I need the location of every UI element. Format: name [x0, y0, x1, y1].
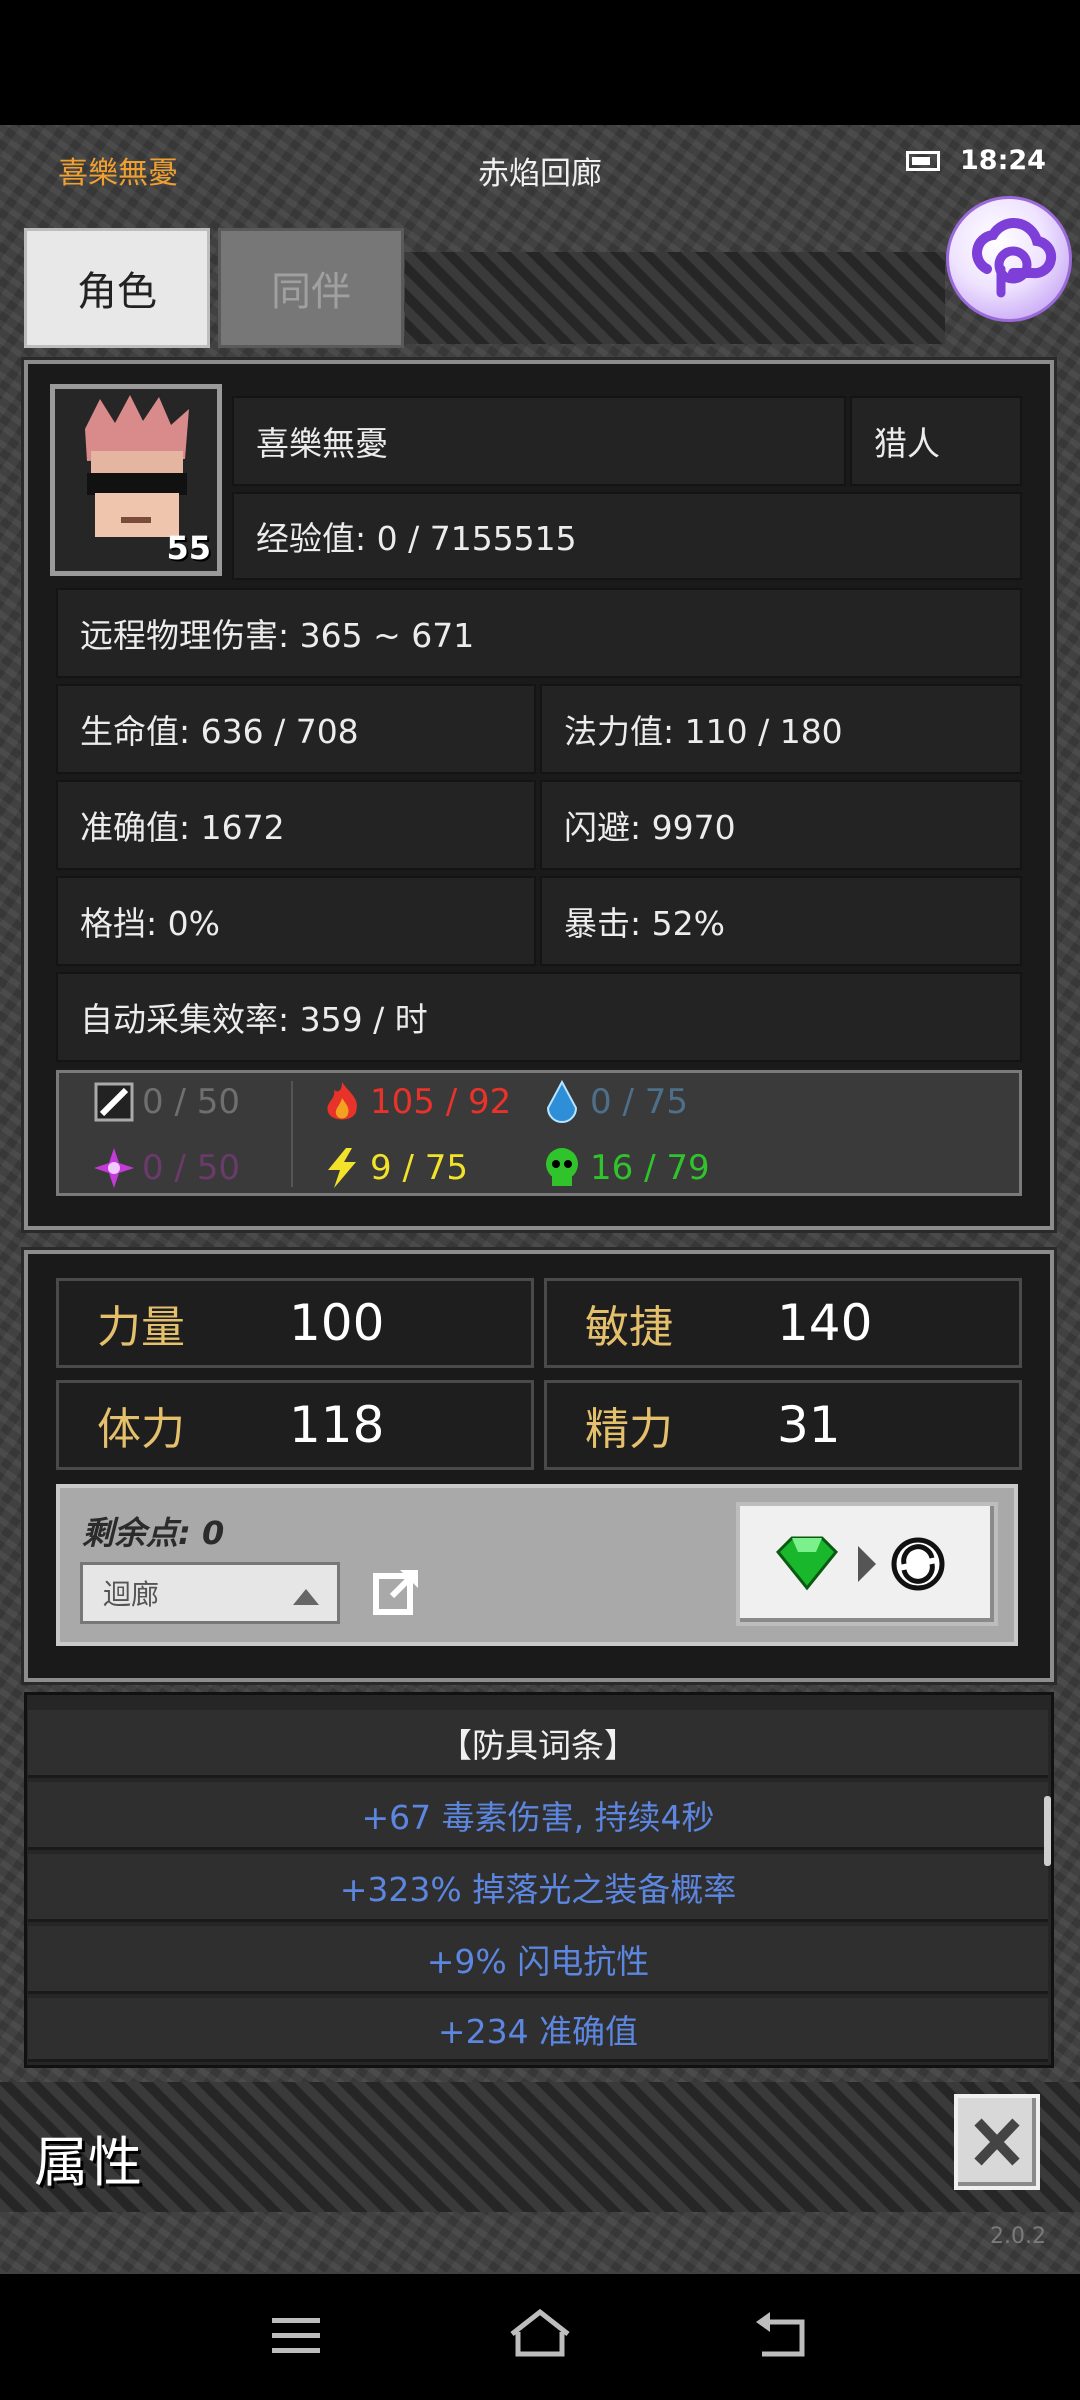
- resistance-arcane: 0 / 50: [92, 1146, 240, 1190]
- footer-title: 属性: [34, 2131, 142, 2194]
- poison-value: 16 / 79: [590, 1148, 710, 1188]
- dodge-cell: 闪避: 9970: [540, 780, 1022, 870]
- footer-band: [0, 2082, 1080, 2212]
- water-icon: [546, 1080, 578, 1123]
- external-link-icon: [373, 1569, 419, 1615]
- version-label: 2.0.2: [990, 2224, 1046, 2249]
- gem-to-orb-icon: [775, 1536, 945, 1591]
- physical-value: 0 / 50: [142, 1082, 240, 1122]
- home-icon: [510, 2308, 570, 2357]
- arcane-icon: [94, 1148, 134, 1188]
- resistance-divider: [291, 1081, 293, 1187]
- accuracy-cell: 准确值: 1672: [56, 780, 536, 870]
- remaining-points: 剩余点: 0: [82, 1514, 225, 1552]
- tab-character[interactable]: 角色: [24, 228, 210, 348]
- resistance-water: 0 / 75: [540, 1080, 688, 1124]
- attr-energy: 精力 31: [544, 1380, 1022, 1470]
- tab-band: [405, 252, 945, 344]
- chevron-up-icon: [293, 1589, 319, 1605]
- dodge-stat: 闪避: 9970: [564, 808, 736, 847]
- resistance-fire: 105 / 92: [320, 1080, 511, 1124]
- physical-icon: [94, 1082, 134, 1122]
- resistance-lightning: 9 / 75: [320, 1146, 468, 1190]
- agility-label: 敏捷: [585, 1302, 673, 1353]
- exp-cell: 经验值: 0 / 7155515: [232, 492, 1022, 580]
- affix-header: 【防具词条】: [28, 1710, 1048, 1778]
- affix-text-1: +67 毒素伤害, 持续4秒: [361, 1797, 715, 1837]
- attr-strength: 力量 100: [56, 1278, 534, 1368]
- arcane-value: 0 / 50: [142, 1148, 240, 1188]
- character-portrait[interactable]: 55: [50, 384, 222, 576]
- block-cell: 格挡: 0%: [56, 876, 536, 966]
- affix-row-3: +9% 闪电抗性: [28, 1926, 1048, 1994]
- floating-assistant-button[interactable]: [946, 196, 1072, 322]
- affix-row-1: +67 毒素伤害, 持续4秒: [28, 1782, 1048, 1850]
- mp-cell: 法力值: 110 / 180: [540, 684, 1022, 774]
- nav-home-button[interactable]: [506, 2306, 574, 2362]
- dropdown-value: 迴廊: [103, 1578, 160, 1611]
- location-dropdown[interactable]: 迴廊: [80, 1562, 340, 1624]
- lightning-value: 9 / 75: [370, 1148, 468, 1188]
- mp-stat: 法力值: 110 / 180: [564, 712, 843, 751]
- nav-menu-button[interactable]: [268, 2312, 324, 2360]
- hp-stat: 生命值: 636 / 708: [80, 712, 359, 751]
- block-stat: 格挡: 0%: [80, 904, 220, 943]
- top-bar: [0, 0, 1080, 125]
- attr-stamina: 体力 118: [56, 1380, 534, 1470]
- affix-scrollbar[interactable]: [1044, 1796, 1051, 1866]
- stamina-label: 体力: [97, 1404, 185, 1455]
- affix-text-4: +234 准确值: [437, 2011, 639, 2051]
- hp-cell: 生命值: 636 / 708: [56, 684, 536, 774]
- nav-back-button[interactable]: [752, 2310, 812, 2362]
- strength-label: 力量: [97, 1302, 185, 1353]
- strength-value: 100: [289, 1294, 385, 1352]
- level-badge: 55: [166, 529, 211, 567]
- back-icon: [756, 2312, 805, 2357]
- stamina-value: 118: [289, 1396, 385, 1454]
- crit-stat: 暴击: 52%: [564, 904, 725, 943]
- battery-icon: [906, 151, 940, 171]
- energy-label: 精力: [585, 1404, 673, 1455]
- experience-value: 经验值: 0 / 7155515: [256, 519, 577, 558]
- affix-text-2: +323% 掉落光之装备概率: [339, 1869, 737, 1909]
- energy-value: 31: [777, 1396, 841, 1454]
- clock: 18:24: [960, 145, 1046, 176]
- affix-row-2: +323% 掉落光之装备概率: [28, 1854, 1048, 1922]
- character-name: 喜樂無憂: [256, 424, 388, 463]
- menu-icon: [272, 2318, 320, 2353]
- gather-stat: 自动采集效率: 359 / 时: [80, 1000, 428, 1039]
- resistance-poison: 16 / 79: [540, 1146, 710, 1190]
- fire-icon: [327, 1082, 357, 1120]
- close-button[interactable]: [954, 2094, 1040, 2190]
- poison-icon: [546, 1148, 578, 1186]
- close-icon: [974, 2118, 1020, 2166]
- attr-agility: 敏捷 140: [544, 1278, 1022, 1368]
- damage-cell: 远程物理伤害: 365 ~ 671: [56, 588, 1022, 678]
- external-link-button[interactable]: [372, 1566, 422, 1616]
- class-cell: 猎人: [850, 396, 1022, 486]
- accuracy-stat: 准确值: 1672: [80, 808, 285, 847]
- affix-row-4: +234 准确值: [28, 1998, 1048, 2062]
- resistance-physical: 0 / 50: [92, 1080, 240, 1124]
- name-cell: 喜樂無憂: [232, 396, 846, 486]
- damage-stat: 远程物理伤害: 365 ~ 671: [80, 616, 475, 655]
- tab-character-label: 角色: [77, 269, 157, 315]
- tab-companion[interactable]: 同伴: [218, 228, 404, 348]
- tab-companion-label: 同伴: [271, 269, 351, 315]
- fire-value: 105 / 92: [370, 1082, 512, 1122]
- affix-header-text: 【防具词条】: [439, 1725, 637, 1765]
- convert-button[interactable]: [736, 1502, 998, 1626]
- character-class: 猎人: [874, 424, 940, 463]
- lightning-icon: [328, 1148, 356, 1188]
- crit-cell: 暴击: 52%: [540, 876, 1022, 966]
- affix-text-3: +9% 闪电抗性: [426, 1941, 650, 1981]
- cloud-logo-icon: [972, 218, 1057, 298]
- water-value: 0 / 75: [590, 1082, 688, 1122]
- gather-cell: 自动采集效率: 359 / 时: [56, 972, 1022, 1062]
- agility-value: 140: [777, 1294, 873, 1352]
